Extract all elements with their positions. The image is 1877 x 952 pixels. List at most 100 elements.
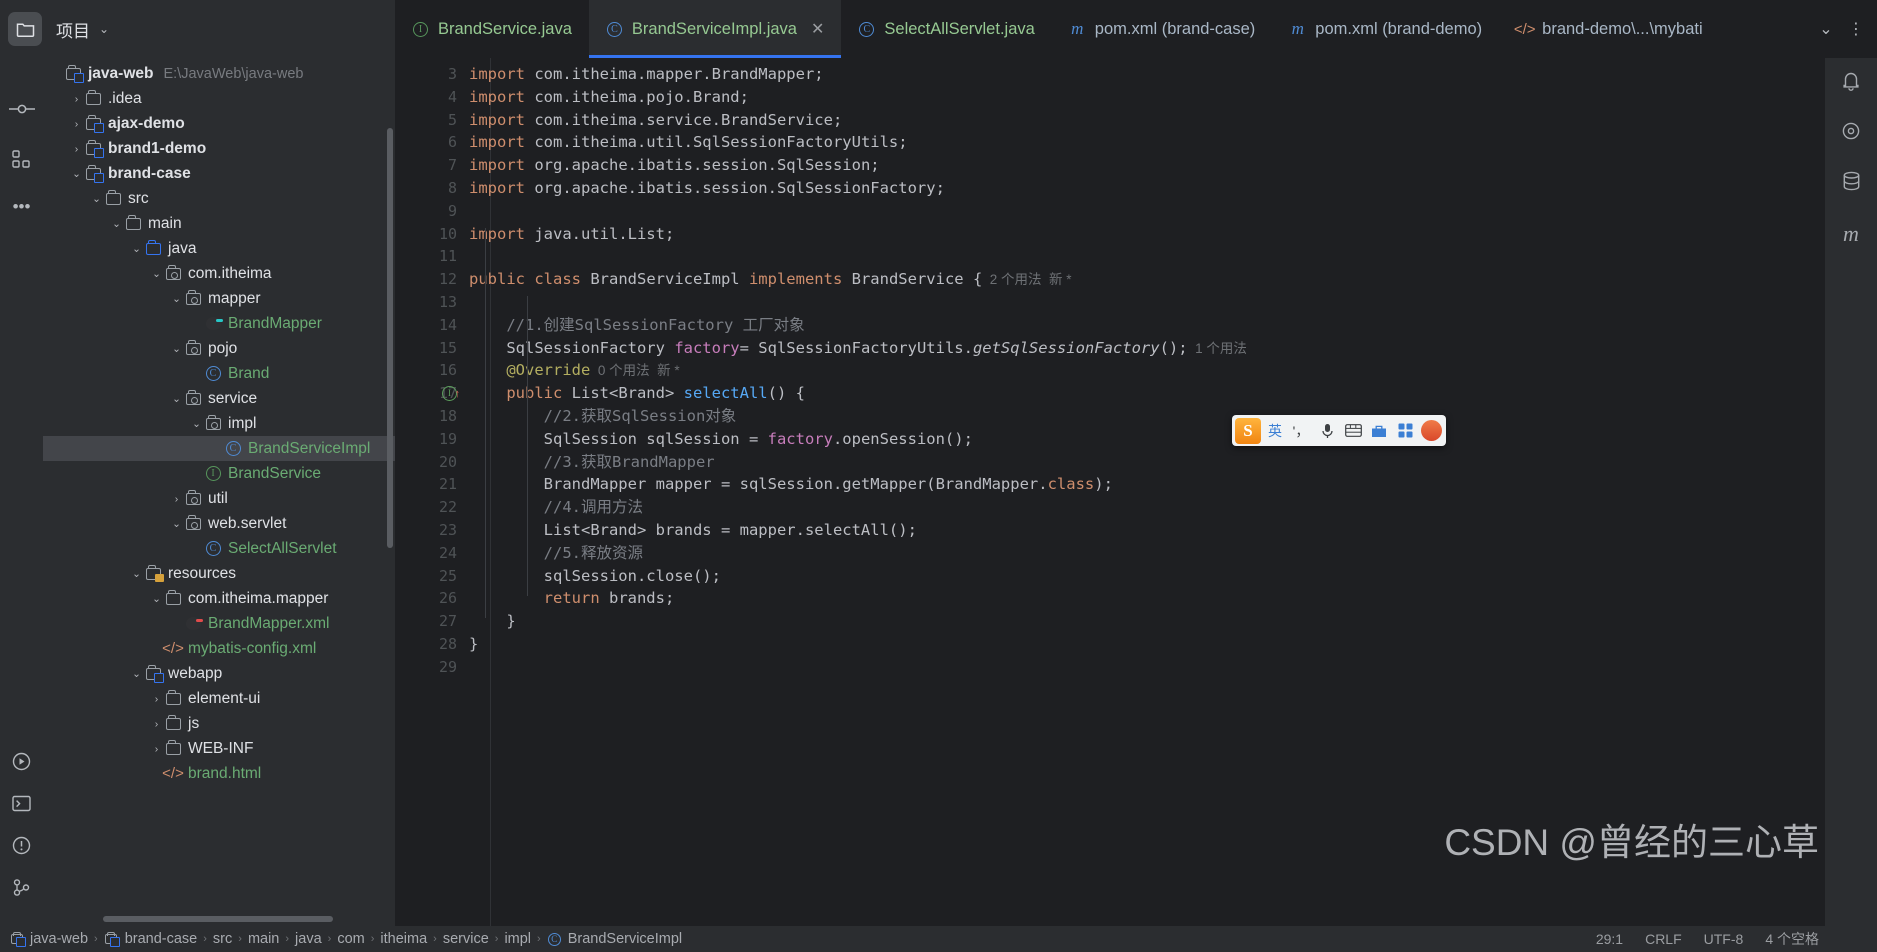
tree-node-brand-html[interactable]: </> brand.html [43, 761, 395, 786]
code-line[interactable]: return brands; [469, 587, 1877, 610]
apps-icon[interactable] [1393, 418, 1417, 444]
commit-icon[interactable] [0, 88, 43, 130]
toolbox-icon[interactable] [1367, 418, 1391, 444]
code-line[interactable]: List<Brand> brands = mapper.selectAll(); [469, 519, 1877, 542]
code-line[interactable]: //4.调用方法 [469, 496, 1877, 519]
code-line[interactable]: import com.itheima.service.BrandService; [469, 109, 1877, 132]
maven-icon[interactable]: m [1843, 221, 1859, 247]
code-line[interactable]: //3.获取BrandMapper [469, 451, 1877, 474]
code-line[interactable]: } [469, 633, 1877, 656]
ime-floating-toolbar[interactable]: S 英 '， [1232, 415, 1446, 446]
breadcrumb-item[interactable]: java [295, 931, 322, 947]
problems-icon[interactable] [0, 824, 43, 866]
more-vertical-icon[interactable]: ⋮ [1841, 0, 1871, 58]
breadcrumb-item[interactable]: service [443, 931, 489, 947]
code-line[interactable]: import java.util.List; [469, 223, 1877, 246]
code-line[interactable]: import com.itheima.mapper.BrandMapper; [469, 63, 1877, 86]
more-tool-windows-icon[interactable]: ••• [0, 186, 43, 228]
editor-tab[interactable]: m pom.xml (brand-demo) [1272, 0, 1499, 58]
chevron-right-icon[interactable]: › [149, 743, 164, 755]
chevron-down-icon[interactable]: ⌄ [169, 293, 184, 305]
tree-node--idea[interactable]: › .idea [43, 86, 395, 111]
chevron-right-icon[interactable]: › [69, 143, 84, 155]
tree-node-java[interactable]: ⌄ java [43, 236, 395, 261]
tree-node-element-ui[interactable]: › element-ui [43, 686, 395, 711]
code-line[interactable] [469, 200, 1877, 223]
breadcrumb-item[interactable]: brand-case [125, 931, 198, 947]
tree-node-brandmapper-xml[interactable]: BrandMapper.xml [43, 611, 395, 636]
tree-node-mapper[interactable]: ⌄ mapper [43, 286, 395, 311]
breadcrumb[interactable]: java-web › brand-case › src › main › java › com › it… [4, 931, 687, 947]
breadcrumb-item[interactable]: main [248, 931, 279, 947]
tree-node-brand1-demo[interactable]: › brand1-demo [43, 136, 395, 161]
code-line[interactable]: public class BrandServiceImpl implements… [469, 268, 1877, 291]
code-line[interactable] [469, 291, 1877, 314]
code-line[interactable]: public List<Brand> selectAll() { [469, 382, 1877, 405]
code-line[interactable]: SqlSession sqlSession = factory.openSess… [469, 428, 1877, 451]
line-separator[interactable]: CRLF [1645, 931, 1682, 947]
chevron-down-icon[interactable]: ⌄ [149, 593, 164, 605]
project-selector[interactable]: 项目 ⌄ [50, 17, 109, 42]
tree-node-web-servlet[interactable]: ⌄ web.servlet [43, 511, 395, 536]
code-line[interactable]: @Override 0 个用法 新 * [469, 359, 1877, 382]
chevron-down-icon[interactable]: ⌄ [189, 418, 204, 430]
chevron-right-icon[interactable]: › [149, 693, 164, 705]
code-line[interactable]: import org.apache.ibatis.session.SqlSess… [469, 154, 1877, 177]
code-line[interactable]: import com.itheima.pojo.Brand; [469, 86, 1877, 109]
tree-node-impl[interactable]: ⌄ impl [43, 411, 395, 436]
code-line[interactable]: import org.apache.ibatis.session.SqlSess… [469, 177, 1877, 200]
editor-code-area[interactable]: import com.itheima.mapper.BrandMapper; im… [469, 58, 1877, 926]
code-line[interactable]: } [469, 610, 1877, 633]
tree-node-webapp[interactable]: ⌄ webapp [43, 661, 395, 686]
microphone-icon[interactable] [1315, 418, 1339, 444]
chevron-right-icon[interactable]: › [149, 718, 164, 730]
breadcrumb-item[interactable]: src [213, 931, 232, 947]
version-control-icon[interactable] [0, 866, 43, 908]
chevron-down-icon[interactable]: ⌄ [149, 268, 164, 280]
editor-tab[interactable]: C SelectAllServlet.java [841, 0, 1051, 58]
caret-position[interactable]: 29:1 [1596, 931, 1623, 947]
sogou-ime-logo-icon[interactable]: S [1235, 417, 1261, 444]
chevron-right-icon[interactable]: › [69, 118, 84, 130]
file-encoding[interactable]: UTF-8 [1704, 931, 1744, 947]
code-line[interactable] [469, 245, 1877, 268]
ai-assistant-icon[interactable] [1841, 121, 1861, 147]
tree-node-resources[interactable]: ⌄ resources [43, 561, 395, 586]
code-line[interactable]: //1.创建SqlSessionFactory 工厂对象 [469, 314, 1877, 337]
tree-vertical-scrollbar[interactable] [387, 128, 393, 548]
chevron-down-icon[interactable]: ⌄ [89, 193, 104, 205]
run-icon[interactable] [0, 740, 43, 782]
tree-horizontal-scrollbar[interactable] [103, 916, 333, 922]
tree-node-util[interactable]: › util [43, 486, 395, 511]
code-line[interactable] [469, 656, 1877, 679]
tree-node-service[interactable]: ⌄ service [43, 386, 395, 411]
tree-node-brandserviceimpl[interactable]: C BrandServiceImpl [43, 436, 395, 461]
chevron-down-icon[interactable]: ⌄ [1811, 0, 1841, 58]
notifications-icon[interactable] [1841, 70, 1861, 97]
tree-node-java-web[interactable]: java-web E:\JavaWeb\java-web [43, 61, 395, 86]
breadcrumb-item[interactable]: itheima [380, 931, 427, 947]
ime-item[interactable]: '， [1289, 418, 1313, 444]
chevron-right-icon[interactable]: › [169, 493, 184, 505]
chevron-down-icon[interactable]: ⌄ [169, 518, 184, 530]
breadcrumb-item[interactable]: impl [504, 931, 531, 947]
editor-tab[interactable]: C BrandServiceImpl.java ✕ [588, 0, 842, 58]
tree-node-brandmapper[interactable]: BrandMapper [43, 311, 395, 336]
run-method-gutter-icon[interactable]: I ↑ [442, 386, 460, 402]
structure-icon[interactable] [0, 138, 43, 180]
database-icon[interactable] [1842, 171, 1861, 197]
breadcrumb-item[interactable]: com [337, 931, 364, 947]
tree-node-com-itheima-mapper[interactable]: ⌄ com.itheima.mapper [43, 586, 395, 611]
chevron-down-icon[interactable]: ⌄ [129, 568, 144, 580]
chevron-down-icon[interactable]: ⌄ [129, 243, 144, 255]
tree-node-pojo[interactable]: ⌄ pojo [43, 336, 395, 361]
tree-node-brandservice[interactable]: I BrandService [43, 461, 395, 486]
code-line[interactable]: //2.获取SqlSession对象 [469, 405, 1877, 428]
chevron-down-icon[interactable]: ⌄ [169, 343, 184, 355]
editor-tab[interactable]: I BrandService.java [395, 0, 589, 58]
chevron-right-icon[interactable]: › [69, 93, 84, 105]
code-line[interactable]: BrandMapper mapper = sqlSession.getMappe… [469, 473, 1877, 496]
project-tool-window-button[interactable] [0, 0, 50, 58]
indent-setting[interactable]: 4 个空格 [1765, 929, 1819, 949]
chevron-down-icon[interactable]: ⌄ [169, 393, 184, 405]
